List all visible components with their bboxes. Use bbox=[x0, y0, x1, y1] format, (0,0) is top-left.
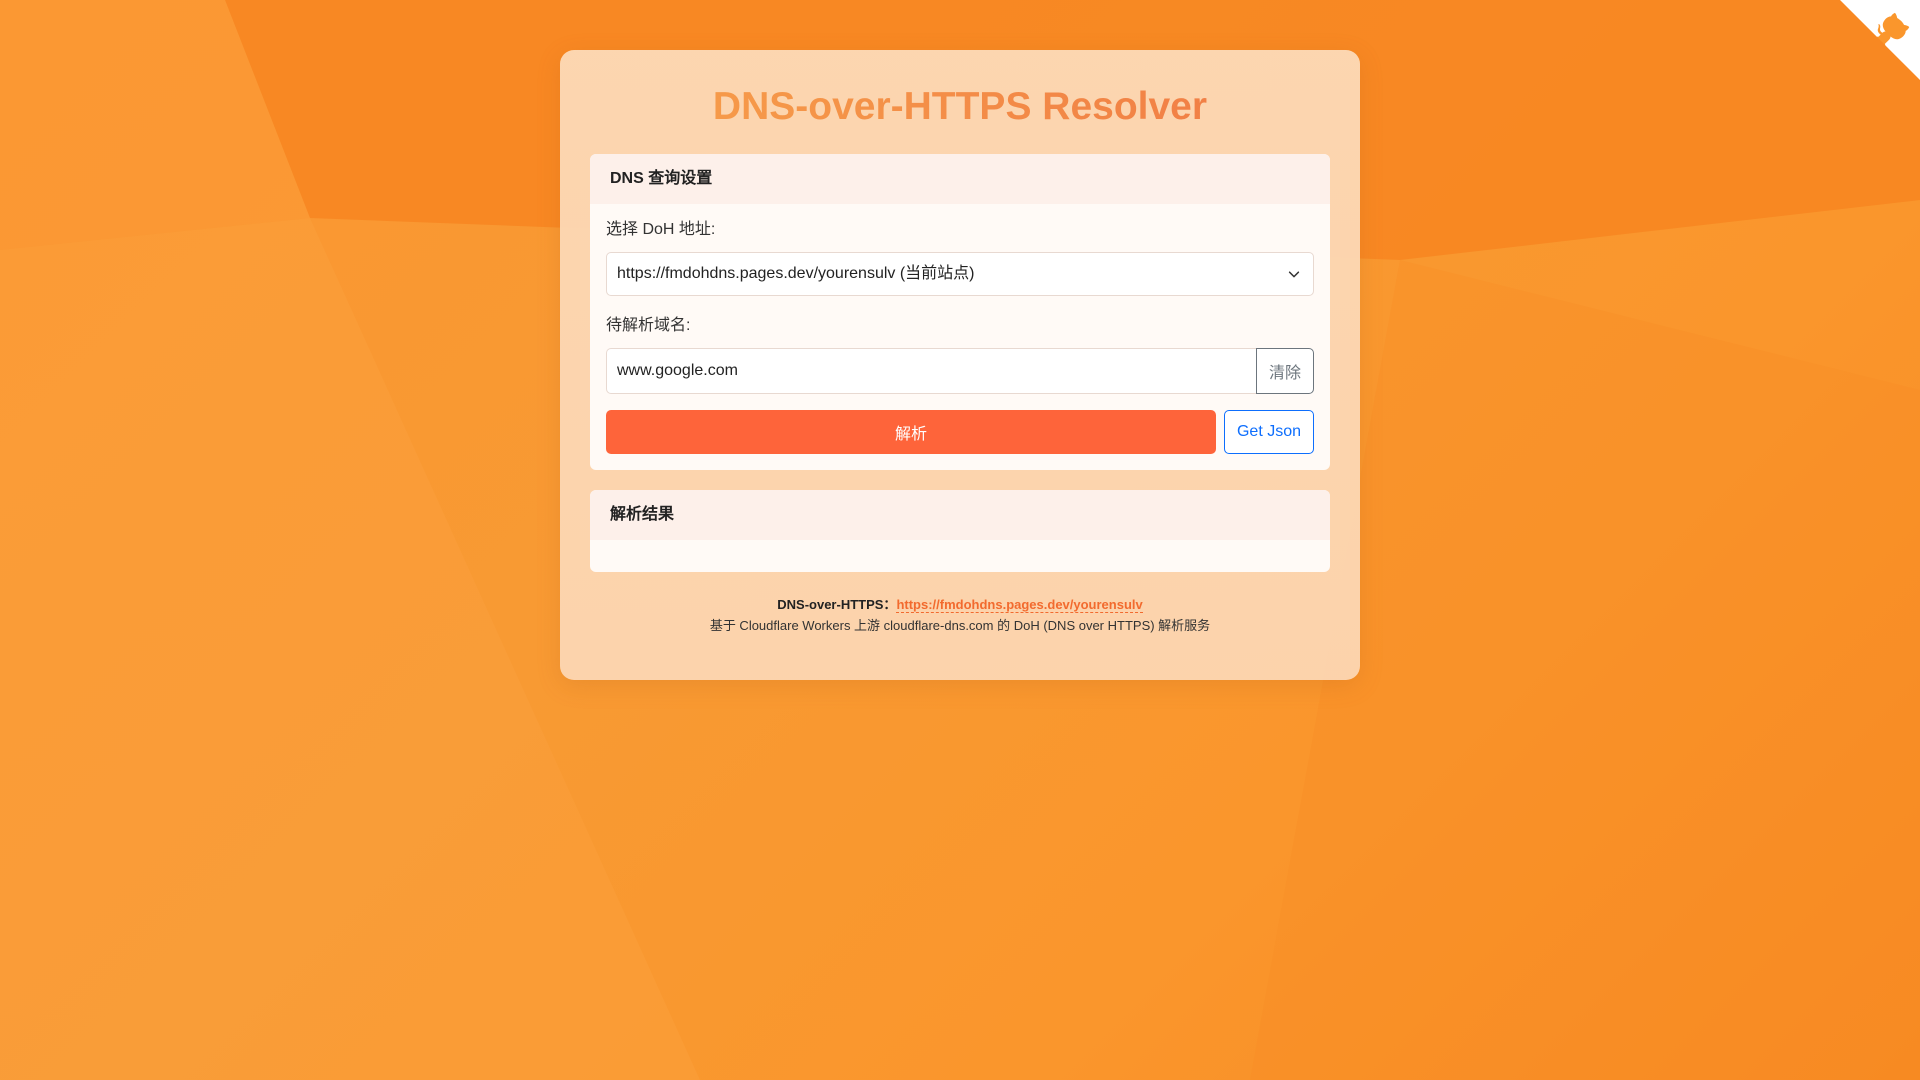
settings-panel-header: DNS 查询设置 bbox=[590, 154, 1330, 204]
github-corner-icon[interactable] bbox=[1840, 0, 1920, 80]
action-buttons: 解析 Get Json bbox=[606, 410, 1314, 454]
footer-description: 基于 Cloudflare Workers 上游 cloudflare-dns.… bbox=[709, 618, 1211, 633]
doh-address-select[interactable]: https://fmdohdns.pages.dev/yourensulv (当… bbox=[606, 252, 1314, 296]
settings-panel-body: 选择 DoH 地址: https://fmdohdns.pages.dev/yo… bbox=[590, 204, 1330, 470]
clear-button[interactable]: 清除 bbox=[1256, 348, 1314, 394]
get-json-button[interactable]: Get Json bbox=[1224, 410, 1314, 454]
result-panel-header: 解析结果 bbox=[590, 490, 1330, 540]
footer: DNS-over-HTTPS：https://fmdohdns.pages.de… bbox=[590, 594, 1330, 636]
footer-doh-line: DNS-over-HTTPS：https://fmdohdns.pages.de… bbox=[590, 594, 1330, 615]
doh-address-label: 选择 DoH 地址: bbox=[606, 221, 716, 238]
result-content bbox=[590, 540, 1330, 572]
resolver-card: DNS-over-HTTPS Resolver DNS 查询设置 选择 DoH … bbox=[560, 50, 1360, 680]
domain-input[interactable] bbox=[606, 348, 1256, 394]
footer-doh-link[interactable]: https://fmdohdns.pages.dev/yourensulv bbox=[896, 597, 1143, 613]
footer-doh-label: DNS-over-HTTPS： bbox=[777, 597, 897, 612]
doh-address-selected-value: https://fmdohdns.pages.dev/yourensulv (当… bbox=[617, 265, 975, 282]
result-panel: 解析结果 bbox=[590, 490, 1330, 572]
settings-panel: DNS 查询设置 选择 DoH 地址: https://fmdohdns.pag… bbox=[590, 154, 1330, 470]
domain-input-group: 清除 bbox=[606, 348, 1314, 394]
domain-label: 待解析域名: bbox=[606, 317, 691, 334]
resolve-button[interactable]: 解析 bbox=[606, 410, 1216, 454]
page-title: DNS-over-HTTPS Resolver bbox=[590, 80, 1330, 134]
chevron-down-icon bbox=[1288, 271, 1300, 278]
